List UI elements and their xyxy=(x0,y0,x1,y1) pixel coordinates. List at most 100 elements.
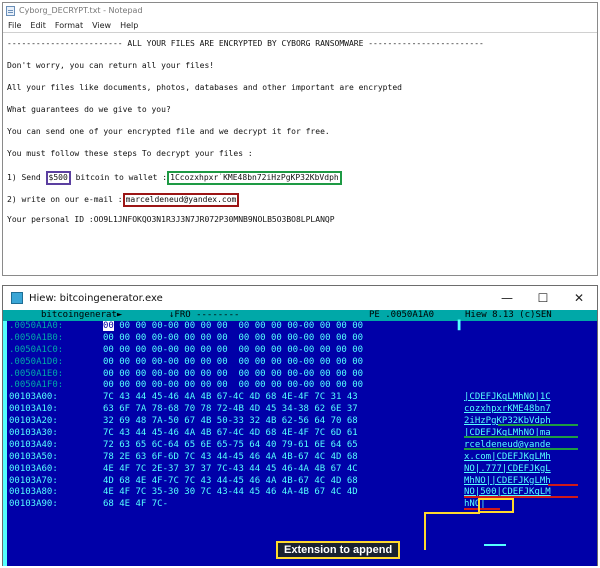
row-hex: 72 63 65 6C-64 65 6E 65-75 64 40 79-61 6… xyxy=(103,439,358,450)
minimize-button[interactable]: — xyxy=(489,287,525,309)
notepad-titlebar[interactable]: Cyborg_DECRYPT.txt - Notepad xyxy=(3,3,597,18)
hiew-app-icon xyxy=(11,292,23,304)
row-ascii: MhNO||CDEFJKgLMh xyxy=(464,475,551,486)
hex-row: 00103A10: 63 6F 7A 78-68 70 78 72-4B 4D 4… xyxy=(3,404,597,416)
ransom-line-payment: 1) Send $500 bitcoin to wallet :1Ccozxhp… xyxy=(7,171,597,185)
maximize-button[interactable]: ☐ xyxy=(525,287,561,309)
row-offset: 00103A30: xyxy=(9,428,58,439)
row-hex: 78 2E 63 6F-6D 7C 43 44-45 46 4A 4B-67 4… xyxy=(103,451,358,462)
row-offset: .0050A1C0: xyxy=(9,344,64,355)
row-hex-bytes: 00 00 00-00 00 00 00 00 00 00 00-00 00 0… xyxy=(113,321,364,331)
ransom-amount: $500 xyxy=(45,171,71,185)
hex-row: .0050A1C0: 00 00 00 00-00 00 00 00 00 00 … xyxy=(3,345,597,357)
hex-row: 00103A00: 7C 43 44 45-46 4A 4B 67-4C 4D 6… xyxy=(3,392,597,404)
row-hex: 63 6F 7A 78-68 70 78 72-4B 4D 45 34-38 6… xyxy=(103,404,358,415)
row-hex: 4E 4F 7C 35-30 30 7C 43-44 45 46 4A-4B 6… xyxy=(103,487,358,498)
row-hex: 7C 43 44 45-46 4A 4B 67-4C 4D 68 4E-4F 7… xyxy=(103,428,358,439)
row-hex: 00 00 00 00-00 00 00 00 00 00 00 00-00 0… xyxy=(103,332,364,343)
email-prefix: 2) write on our e-mail : xyxy=(7,195,123,204)
ransom-line-email: 2) write on our e-mail : marceldeneud@yan… xyxy=(7,193,597,207)
amount-underline xyxy=(484,544,506,546)
row-ascii: NO|.777|CDEFJKgL xyxy=(464,463,551,474)
status-format: PE .0050A1A0 xyxy=(369,310,435,320)
row-hex: 32 69 48 7A-50 67 4B 50-33 32 4B 62-56 6… xyxy=(103,416,358,427)
annotation-arrow-line xyxy=(424,512,480,514)
row-ascii: |CDEFJKgLMhNO|1C xyxy=(464,392,551,403)
notepad-icon xyxy=(6,5,15,16)
annotation-label: Extension to append xyxy=(276,541,401,559)
hex-row: 00103A30: 7C 43 44 45-46 4A 4B 67-4C 4D 6… xyxy=(3,428,597,440)
hex-row: 00103A20: 32 69 48 7A-50 67 4B 50-33 32 4… xyxy=(3,416,597,428)
row-offset: 00103A50: xyxy=(9,451,58,462)
row-offset: 00103A60: xyxy=(9,463,58,474)
row-ascii: rceldeneud@yande xyxy=(464,439,551,450)
wallet-underline-3 xyxy=(464,448,578,450)
email-underline-1 xyxy=(548,484,578,486)
row-offset: .0050A1B0: xyxy=(9,332,64,343)
row-offset: .0050A1A0: xyxy=(9,321,64,331)
row-offset: .0050A1F0: xyxy=(9,380,64,391)
wallet-underline-1 xyxy=(498,424,578,426)
row-offset: 00103A40: xyxy=(9,439,58,450)
row-offset: 00103A00: xyxy=(9,392,58,403)
menu-format[interactable]: Format xyxy=(55,21,83,30)
menu-help[interactable]: Help xyxy=(120,21,138,30)
hex-cursor: 00 xyxy=(103,321,114,331)
personal-id-line: Your personal ID :OO9L1JNFOKQO3N1R3J3N7J… xyxy=(7,215,335,224)
row-ascii: cozxhpxrKME48bn7 xyxy=(464,404,551,415)
payment-mid: bitcoin to wallet : xyxy=(70,173,168,182)
menu-edit[interactable]: Edit xyxy=(30,21,46,30)
ransom-line-steps: You must follow these steps To decrypt y… xyxy=(7,149,253,158)
row-hex: 00 00 00 00-00 00 00 00 00 00 00 00-00 0… xyxy=(103,368,364,379)
menu-file[interactable]: File xyxy=(8,21,21,30)
status-filename: bitcoingenerat► xyxy=(41,310,123,320)
notepad-title: Cyborg_DECRYPT.txt - Notepad xyxy=(19,6,143,15)
extension-highlight-box xyxy=(478,498,514,513)
row-ascii: 2iHzPgKP32KbVdph xyxy=(464,416,551,427)
status-version: Hiew 8.13 (c)SEN xyxy=(465,310,552,320)
row-ascii: |CDEFJKgLMhNO|ma xyxy=(464,428,551,439)
row-hex: 00 00 00 00-00 00 00 00 00 00 00 00-00 0… xyxy=(103,380,364,391)
hex-row: 00103A60: 4E 4F 7C 2E-37 37 37 7C-43 44 4… xyxy=(3,464,597,476)
annotation-arrow-stem xyxy=(424,512,426,550)
row-offset: .0050A1E0: xyxy=(9,368,64,379)
close-button[interactable]: ✕ xyxy=(561,287,597,309)
ascii-separator: ▐ xyxy=(455,321,461,331)
row-offset: 00103A10: xyxy=(9,404,58,415)
hex-row: .0050A1D0: 00 00 00 00-00 00 00 00 00 00 … xyxy=(3,357,597,369)
ransom-line-free-decrypt: You can send one of your encrypted file … xyxy=(7,127,330,136)
row-hex: 4D 68 4E 4F-7C 7C 43 44-45 46 4A 4B-67 4… xyxy=(103,475,358,486)
row-offset: 00103A90: xyxy=(9,499,58,510)
wallet-underline-2 xyxy=(464,436,578,438)
hex-row: .0050A1B0: 00 00 00 00-00 00 00 00 00 00 … xyxy=(3,333,597,345)
notepad-menubar: File Edit Format View Help xyxy=(3,18,597,32)
row-hex: 00 00 00 00-00 00 00 00 00 00 00 00-00 0… xyxy=(103,321,363,333)
row-hex: 00 00 00 00-00 00 00 00 00 00 00 00-00 0… xyxy=(103,344,364,355)
hiew-titlebar[interactable]: Hiew: bitcoingenerator.exe — ☐ ✕ xyxy=(3,286,597,310)
row-hex: 68 4E 4F 7C- xyxy=(103,499,169,510)
hex-row: 00103A50: 78 2E 63 6F-6D 7C 43 44-45 46 4… xyxy=(3,452,597,464)
bitcoin-wallet: 1Ccozxhpxr˙KME48bn72iHzPgKP32KbVdph xyxy=(167,171,342,185)
row-hex: 7C 43 44 45-46 4A 4B 67-4C 4D 68 4E-4F 7… xyxy=(103,392,358,403)
notepad-text-area[interactable]: ------------------------ ALL YOUR FILES … xyxy=(3,32,597,274)
row-hex: 00 00 00 00-00 00 00 00 00 00 00 00-00 0… xyxy=(103,356,364,367)
notepad-window: Cyborg_DECRYPT.txt - Notepad File Edit F… xyxy=(2,2,598,276)
hex-row: 00103A40: 72 63 65 6C-64 65 6E 65-75 64 4… xyxy=(3,440,597,452)
hiew-title: Hiew: bitcoingenerator.exe xyxy=(29,292,163,304)
hiew-hex-view[interactable]: bitcoingenerat► ↓FRO -------- PE .0050A1A0… xyxy=(3,310,597,566)
hiew-status-bar: bitcoingenerat► ↓FRO -------- PE .0050A1A0… xyxy=(3,310,597,321)
payment-prefix: 1) Send xyxy=(7,173,46,182)
row-offset: 00103A20: xyxy=(9,416,58,427)
hex-row: 00103A70: 4D 68 4E 4F-7C 7C 43 44-45 46 4… xyxy=(3,476,597,488)
ransom-line-guarantees: What guarantees do we give to you? xyxy=(7,105,171,114)
hex-row: .0050A1E0: 00 00 00 00-00 00 00 00 00 00 … xyxy=(3,369,597,381)
row-offset: .0050A1D0: xyxy=(9,356,64,367)
row-offset: 00103A70: xyxy=(9,475,58,486)
ransom-header: ------------------------ ALL YOUR FILES … xyxy=(7,39,484,48)
row-offset: 00103A80: xyxy=(9,487,58,498)
ransom-line-reassure: Don't worry, you can return all your fil… xyxy=(7,61,215,70)
menu-view[interactable]: View xyxy=(92,21,111,30)
status-mode: ↓FRO -------- xyxy=(169,310,240,320)
row-hex: 4E 4F 7C 2E-37 37 37 7C-43 44 45 46-4A 4… xyxy=(103,463,358,474)
row-ascii: x.com|CDEFJKgLMh xyxy=(464,451,551,462)
